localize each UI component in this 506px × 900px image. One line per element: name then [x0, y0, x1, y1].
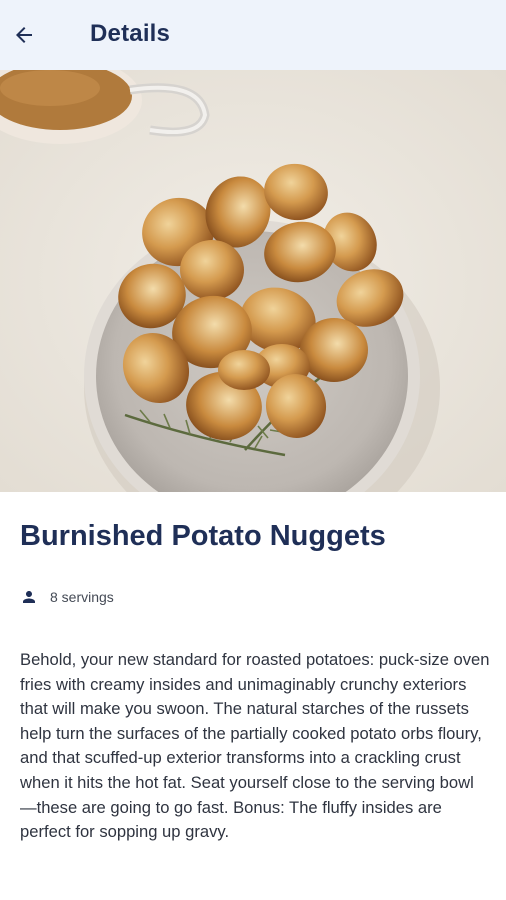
- recipe-image: [0, 70, 506, 492]
- back-button[interactable]: [6, 17, 42, 53]
- servings-row: 8 servings: [20, 588, 114, 606]
- servings-label: 8 servings: [50, 589, 114, 605]
- recipe-title: Burnished Potato Nuggets: [20, 520, 386, 552]
- arrow-left-icon: [16, 27, 32, 43]
- page-title: Details: [90, 20, 171, 47]
- app-bar: Details: [0, 0, 506, 70]
- person-icon: [23, 591, 35, 603]
- recipe-description: Behold, your new standard for roasted po…: [20, 650, 490, 842]
